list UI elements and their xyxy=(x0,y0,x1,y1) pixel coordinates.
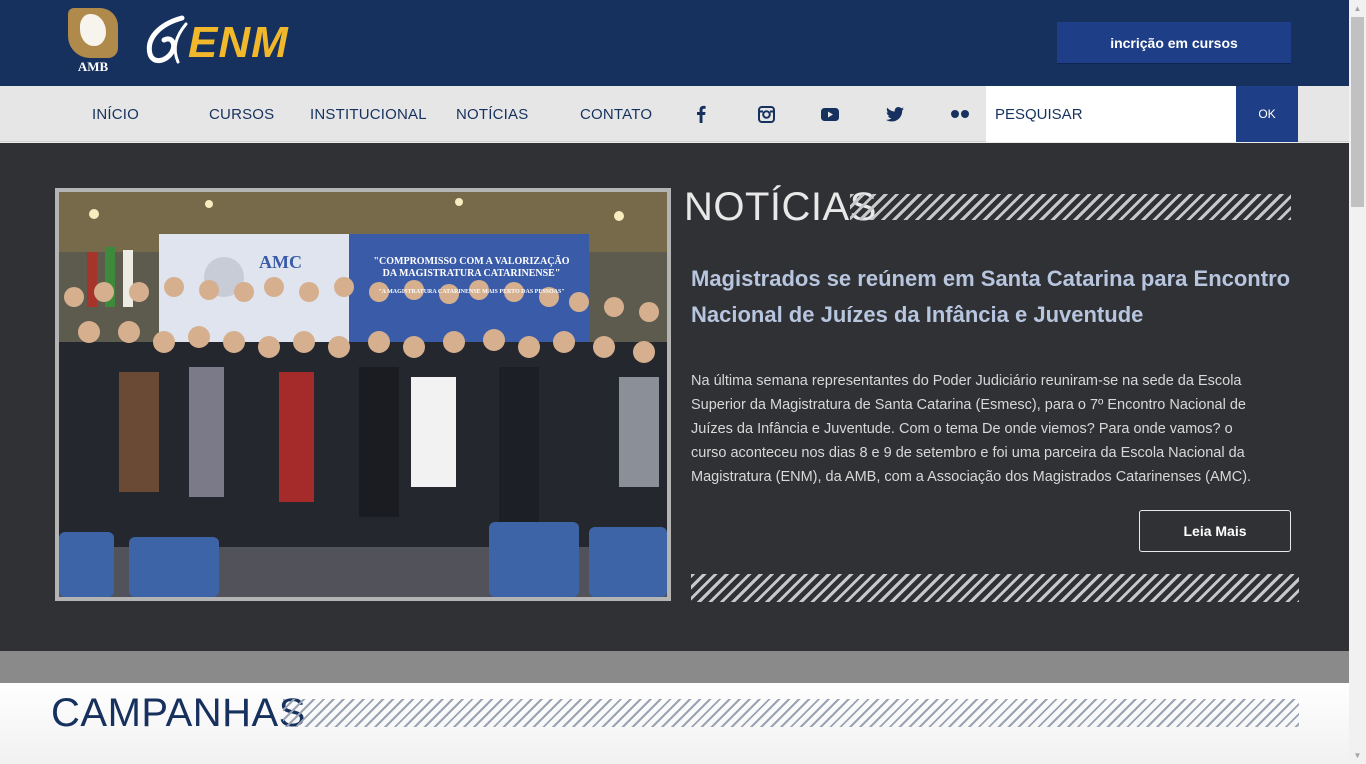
enm-logo-text: ENM xyxy=(188,18,289,67)
decorative-hatch xyxy=(691,574,1299,602)
inscricao-cursos-button[interactable]: incrição em cursos xyxy=(1057,22,1291,64)
article-title[interactable]: Magistrados se reúnem em Santa Catarina … xyxy=(691,261,1291,333)
decorative-hatch xyxy=(283,699,1299,727)
search-input[interactable] xyxy=(986,86,1236,142)
site-header: AMB ENM incrição em cursos xyxy=(0,0,1349,86)
campaigns-section-title: CAMPANHAS xyxy=(51,691,306,735)
youtube-icon[interactable] xyxy=(815,86,845,142)
photo-banner-line1: "COMPROMISSO COM A VALORIZAÇÃO xyxy=(373,256,570,267)
news-photo[interactable]: AMC "COMPROMISSO COM A VALORIZAÇÃO DA MA… xyxy=(59,192,667,597)
nav-item-cursos[interactable]: CURSOS xyxy=(209,86,274,142)
brazil-map-icon xyxy=(68,8,118,58)
photo-banner-line3: "A MAGISTRATURA CATARINENSE MAIS PERTO D… xyxy=(378,289,565,295)
instagram-icon[interactable] xyxy=(751,86,781,142)
flickr-icon[interactable] xyxy=(945,86,975,142)
amb-logo[interactable]: AMB xyxy=(66,8,120,74)
facebook-icon[interactable] xyxy=(686,86,716,142)
search-ok-button[interactable]: OK xyxy=(1236,86,1298,142)
news-section-title: NOTÍCIAS xyxy=(684,185,877,229)
section-divider xyxy=(0,651,1349,683)
decorative-hatch xyxy=(850,194,1291,220)
photo-banner-logo: AMC xyxy=(259,252,302,272)
enm-logo[interactable]: ENM xyxy=(142,14,307,68)
news-section: AMC "COMPROMISSO COM A VALORIZAÇÃO DA MA… xyxy=(0,143,1349,651)
campaigns-section: CAMPANHAS xyxy=(0,683,1349,764)
scroll-down-arrow-icon[interactable]: ▼ xyxy=(1349,747,1366,764)
read-more-button[interactable]: Leia Mais xyxy=(1139,510,1291,552)
photo-banner-line2: DA MAGISTRATURA CATARINENSE" xyxy=(382,268,561,279)
nav-item-noticias[interactable]: NOTÍCIAS xyxy=(456,86,528,142)
scroll-up-arrow-icon[interactable]: ▲ xyxy=(1349,0,1366,17)
twitter-icon[interactable] xyxy=(880,86,910,142)
nav-item-contato[interactable]: CONTATO xyxy=(580,86,652,142)
article-summary: Na última semana representantes do Poder… xyxy=(691,373,1252,485)
nav-item-institucional[interactable]: INSTITUCIONAL xyxy=(310,86,427,142)
news-photo-frame[interactable]: AMC "COMPROMISSO COM A VALORIZAÇÃO DA MA… xyxy=(55,188,671,601)
scrollbar-thumb[interactable] xyxy=(1351,17,1364,207)
amb-logo-text: AMB xyxy=(77,59,109,74)
nav-item-inicio[interactable]: INÍCIO xyxy=(92,86,139,142)
enm-swirl-icon xyxy=(146,15,188,64)
group-photo-image xyxy=(59,192,667,597)
